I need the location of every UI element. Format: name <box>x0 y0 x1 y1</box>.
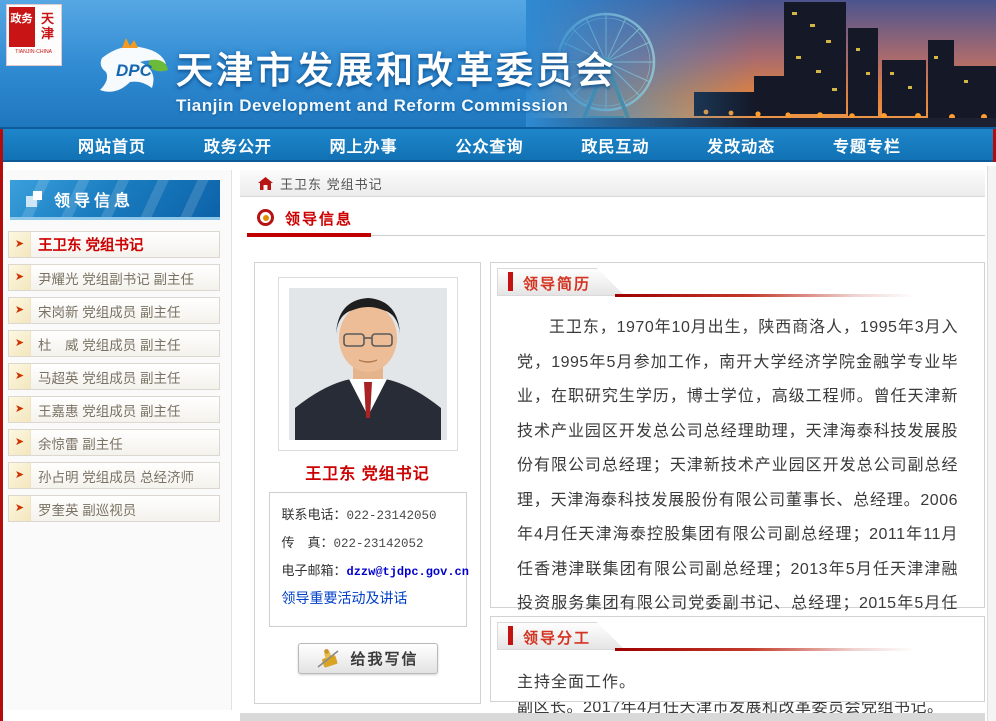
content-tab-row: 领导信息 <box>247 206 985 238</box>
arrow-icon: ➤ <box>9 496 31 521</box>
arrow-icon: ➤ <box>9 331 31 356</box>
footer-divider <box>240 713 985 721</box>
leader-activities-link[interactable]: 领导重要活动及讲话 <box>282 588 454 608</box>
nav-item-special-columns[interactable]: 专题专栏 <box>833 133 901 157</box>
leader-portrait <box>289 288 447 440</box>
sidebar-title: 领导信息 <box>54 187 134 211</box>
nav-item-public-inquiry[interactable]: 公众查询 <box>455 133 523 157</box>
main-navigation: 网站首页 政务公开 网上办事 公众查询 政民互动 发改动态 专题专栏 <box>0 127 996 162</box>
home-icon[interactable] <box>258 177 273 190</box>
red-fade-line <box>615 294 915 297</box>
sidebar-item-yinyaoguang[interactable]: ➤ 尹耀光 党组副书记 副主任 <box>8 264 220 291</box>
arrow-icon: ➤ <box>9 463 31 488</box>
dpc-commission-logo: DPC <box>92 36 174 102</box>
nav-item-online-services[interactable]: 网上办事 <box>330 133 398 157</box>
seal-stamp-icon <box>316 647 342 671</box>
sidebar: 领导信息 ➤ 王卫东 党组书记 ➤ 尹耀光 党组副书记 副主任 ➤ 宋岗新 党组… <box>6 170 232 710</box>
arrow-icon: ➤ <box>9 364 31 389</box>
bio-section-title: 领导简历 <box>523 273 591 294</box>
leader-duty-section: 领导分工 主持全面工作。 <box>490 616 985 702</box>
bullseye-icon <box>257 209 274 226</box>
site-subtitle: Tianjin Development and Reform Commissio… <box>176 96 616 116</box>
bio-section-header: 领导简历 <box>497 268 978 300</box>
duty-section-header: 领导分工 <box>497 622 978 654</box>
site-title: 天津市发展和改革委员会 <box>176 40 616 94</box>
email-line: 电子邮箱：dzzw@tjdpc.gov.cn <box>282 560 454 579</box>
leader-menu: ➤ 王卫东 党组书记 ➤ 尹耀光 党组副书记 副主任 ➤ 宋岗新 党组成员 副主… <box>8 231 220 528</box>
leader-bio-section: 领导简历 王卫东，1970年10月出生，陕西商洛人，1995年3月入党，1995… <box>490 262 985 608</box>
red-fade-line <box>615 648 915 651</box>
svg-text:DPC: DPC <box>116 61 153 80</box>
left-red-edge <box>0 129 3 721</box>
tianjin-gov-seal-logo: 政务 天津 TIANJIN·CHINA <box>6 4 62 66</box>
sidebar-item-wangweidong[interactable]: ➤ 王卫东 党组书记 <box>8 231 220 258</box>
nav-item-interaction[interactable]: 政民互动 <box>581 133 649 157</box>
seal-caption: TIANJIN·CHINA <box>16 49 53 54</box>
leader-photo-frame <box>278 277 458 451</box>
seal-side-characters: 天津 <box>36 7 60 47</box>
sidebar-header: 领导信息 <box>10 180 220 220</box>
sidebar-item-songgangxin[interactable]: ➤ 宋岗新 党组成员 副主任 <box>8 297 220 324</box>
fax-number: 022-23142052 <box>334 537 424 551</box>
email-address[interactable]: dzzw@tjdpc.gov.cn <box>347 565 469 579</box>
fax-line: 传 真：022-23142052 <box>282 532 454 551</box>
breadcrumb-current: 王卫东 党组书记 <box>280 174 383 193</box>
phone-number: 022-23142050 <box>347 509 437 523</box>
page: 政务 天津 TIANJIN·CHINA DPC 天津市发展和改革委员会 Tian… <box>0 0 996 721</box>
seal-stamp-characters: 政务 <box>9 7 35 47</box>
sidebar-item-wangjiahui[interactable]: ➤ 王嘉惠 党组成员 副主任 <box>8 396 220 423</box>
arrow-icon: ➤ <box>9 397 31 422</box>
arrow-icon: ➤ <box>9 232 31 257</box>
tab-leader-info[interactable]: 领导信息 <box>285 208 353 229</box>
phone-line: 联系电话：022-23142050 <box>282 504 454 523</box>
sidebar-item-duwei[interactable]: ➤ 杜 威 党组成员 副主任 <box>8 330 220 357</box>
red-bar-icon <box>508 272 513 291</box>
contact-info-box: 联系电话：022-23142050 传 真：022-23142052 电子邮箱：… <box>269 492 467 627</box>
sidebar-item-sunzhanming[interactable]: ➤ 孙占明 党组成员 总经济师 <box>8 462 220 489</box>
sidebar-item-yujinglei[interactable]: ➤ 余惊雷 副主任 <box>8 429 220 456</box>
red-bar-icon <box>508 626 513 645</box>
nav-item-gov-disclosure[interactable]: 政务公开 <box>204 133 272 157</box>
breadcrumb: 王卫东 党组书记 <box>240 170 985 197</box>
arrow-icon: ➤ <box>9 430 31 455</box>
corner-blocks-icon <box>26 191 42 207</box>
sidebar-item-machaoying[interactable]: ➤ 马超英 党组成员 副主任 <box>8 363 220 390</box>
leader-duty: 主持全面工作。 <box>491 654 984 692</box>
arrow-icon: ➤ <box>9 298 31 323</box>
arrow-icon: ➤ <box>9 265 31 290</box>
sidebar-item-luokuiying[interactable]: ➤ 罗奎英 副巡视员 <box>8 495 220 522</box>
site-header: 政务 天津 TIANJIN·CHINA DPC 天津市发展和改革委员会 Tian… <box>0 0 996 127</box>
leader-name-title: 王卫东 党组书记 <box>255 460 480 484</box>
nav-item-home[interactable]: 网站首页 <box>78 133 146 157</box>
site-brand: 天津市发展和改革委员会 Tianjin Development and Refo… <box>176 40 616 116</box>
leader-profile-card: 王卫东 党组书记 联系电话：022-23142050 传 真：022-23142… <box>254 262 481 704</box>
write-to-me-button[interactable]: 给我写信 <box>298 643 438 674</box>
scrollbar-track[interactable] <box>987 166 996 721</box>
nav-item-ndrc-news[interactable]: 发改动态 <box>707 133 775 157</box>
tab-active-underline <box>247 233 371 237</box>
duty-section-title: 领导分工 <box>523 627 591 648</box>
